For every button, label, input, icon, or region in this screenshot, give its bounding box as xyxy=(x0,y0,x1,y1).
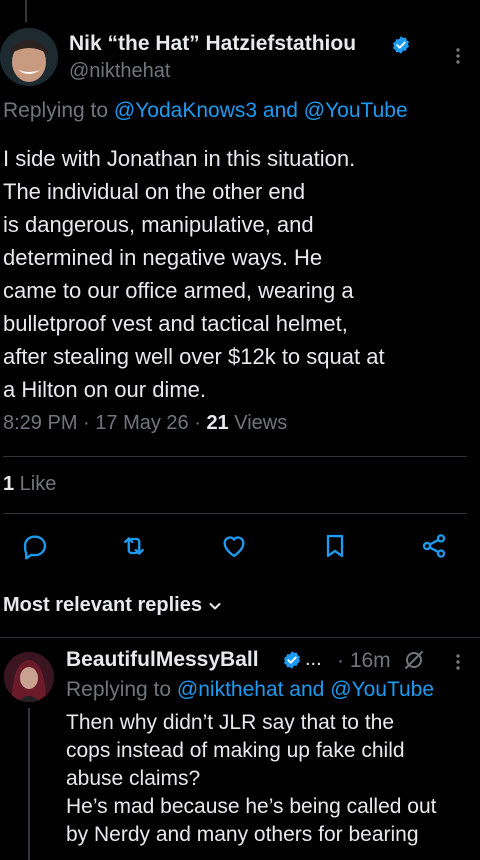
replying-and: and xyxy=(283,678,331,701)
views-count: 21 xyxy=(206,412,229,434)
mention-link[interactable]: @YodaKnows3 xyxy=(114,99,257,122)
replying-prefix: Replying to xyxy=(66,678,177,701)
divider xyxy=(0,637,480,638)
reply-avatar[interactable] xyxy=(4,652,54,702)
more-options-icon[interactable] xyxy=(452,652,464,672)
author-avatar[interactable] xyxy=(0,28,58,86)
replying-prefix: Replying to xyxy=(3,99,114,122)
verified-badge-icon xyxy=(393,36,409,54)
reply-thread-line xyxy=(28,708,30,860)
more-options-icon[interactable] xyxy=(452,46,464,66)
author-handle[interactable]: @nikthehat xyxy=(69,60,170,83)
divider xyxy=(3,456,467,457)
heart-icon[interactable] xyxy=(220,532,248,560)
separator: · xyxy=(77,412,96,434)
reply-body: Then why didn’t JLR say that to the cops… xyxy=(66,711,437,846)
separator: · xyxy=(188,412,207,434)
author-name[interactable]: Nik “the Hat” Hatziefstathiou xyxy=(69,32,356,56)
chevron-down-icon xyxy=(209,602,221,610)
replying-to-line: Replying to @YodaKnows3 and @YouTube xyxy=(3,99,408,123)
likes-number: 1 xyxy=(3,473,15,495)
likes-label: Like xyxy=(14,473,57,495)
verified-badge-icon xyxy=(284,651,300,669)
divider xyxy=(3,513,467,514)
tweet-body: I side with Jonathan in this situation. … xyxy=(3,146,385,402)
bookmark-icon[interactable] xyxy=(321,532,349,560)
reply-replying-to-line: Replying to @nikthehat and @YouTube xyxy=(66,678,434,702)
reply-handle-truncated: ... xyxy=(305,648,322,670)
retweet-icon[interactable] xyxy=(120,532,148,560)
grok-icon[interactable] xyxy=(402,648,426,672)
views-label: Views xyxy=(228,412,288,434)
replies-sort-dropdown[interactable]: Most relevant replies xyxy=(3,594,222,617)
share-icon[interactable] xyxy=(420,532,448,560)
reply-author-name[interactable]: BeautifulMessyBall xyxy=(66,648,259,672)
likes-count[interactable]: 1 Like xyxy=(3,473,56,496)
replies-sort-label: Most relevant replies xyxy=(3,594,202,616)
thread-connector-line xyxy=(25,0,27,22)
replying-and: and xyxy=(257,99,304,122)
mention-link[interactable]: @nikthehat xyxy=(177,678,284,701)
tweet-time[interactable]: 8:29 PM xyxy=(3,412,77,434)
tweet-meta: 8:29 PM · 17 May 26 · 21 Views xyxy=(3,412,287,435)
mention-link[interactable]: @YouTube xyxy=(330,678,434,701)
tweet-date[interactable]: 17 May 26 xyxy=(95,412,188,434)
reply-icon[interactable] xyxy=(21,532,49,560)
reply-time[interactable]: · 16m xyxy=(337,649,391,673)
mention-link[interactable]: @YouTube xyxy=(304,99,408,122)
